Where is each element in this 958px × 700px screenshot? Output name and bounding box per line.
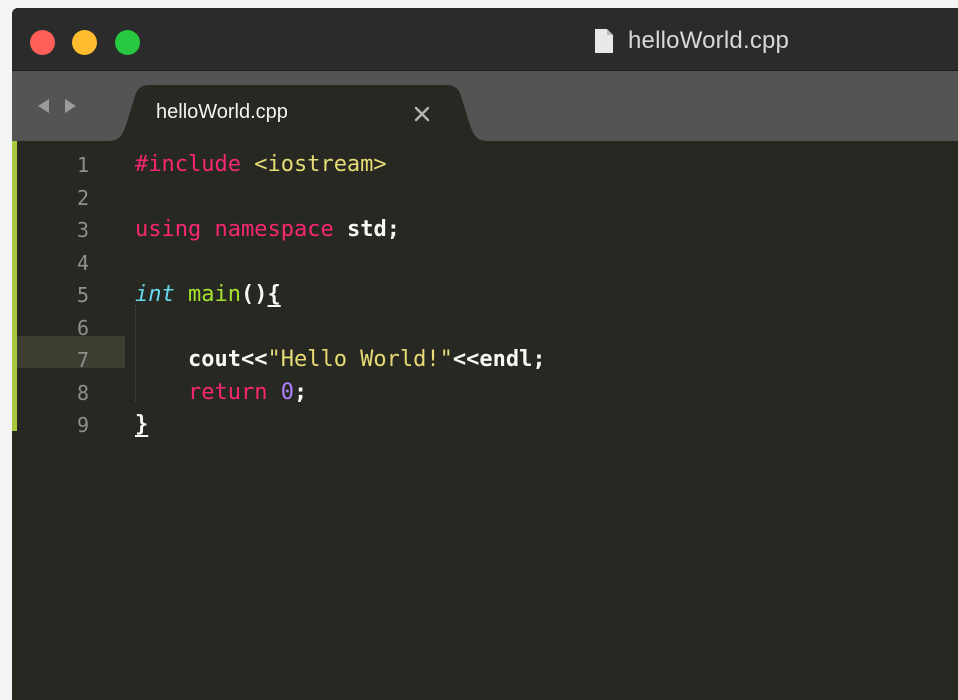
close-window-button[interactable]: [30, 30, 55, 55]
window-title-group: helloWorld.cpp: [594, 26, 789, 56]
tab-bar: helloWorld.cpp: [12, 71, 958, 141]
line-number: 3: [76, 218, 89, 242]
code-token: 0: [280, 379, 294, 405]
file-icon: [594, 28, 614, 54]
code-token: cout<<: [187, 347, 268, 372]
tab-helloworld-cpp[interactable]: helloWorld.cpp: [108, 85, 488, 141]
tab-label: helloWorld.cpp: [156, 101, 288, 123]
line-number: 2: [76, 185, 89, 210]
code-line[interactable]: using namespace std;: [135, 214, 400, 246]
code-token: std;: [346, 217, 400, 242]
editor-window: helloWorld.cpp helloWorld.cpp 1 2 3 4 5 …: [12, 8, 958, 700]
code-token: <<endl;: [452, 347, 546, 372]
line-number: 6: [76, 315, 89, 340]
code-token: ;: [293, 379, 308, 405]
line-number: 4: [76, 250, 89, 275]
title-bar: helloWorld.cpp: [12, 8, 958, 71]
line-number: 8: [76, 380, 89, 405]
code-line[interactable]: int main(){: [135, 279, 281, 311]
code-token: (): [240, 282, 268, 307]
maximize-window-button[interactable]: [115, 30, 140, 55]
code-line[interactable]: cout<<"Hello World!"<<endl;: [135, 344, 546, 376]
code-token: #include: [135, 152, 241, 177]
code-line[interactable]: #include <iostream>: [135, 149, 387, 181]
line-number: 5: [76, 283, 89, 307]
code-line[interactable]: return 0;: [135, 377, 307, 409]
screenshot-frame-left: [0, 0, 12, 700]
screenshot-frame-top: [0, 0, 958, 8]
tab-navigation: [34, 96, 86, 116]
code-token: using: [135, 217, 202, 242]
minimize-window-button[interactable]: [72, 30, 97, 55]
triangle-left-icon[interactable]: [34, 96, 54, 116]
code-token: "Hello World!": [267, 347, 453, 372]
code-token: main: [188, 282, 241, 307]
line-number: 9: [76, 413, 89, 437]
window-title: helloWorld.cpp: [628, 27, 790, 54]
code-token: namespace: [214, 217, 334, 242]
triangle-right-icon[interactable]: [60, 96, 80, 116]
code-editor[interactable]: 1 2 3 4 5 6 7 8 9 #include <iostream> using names…: [12, 141, 958, 700]
close-icon[interactable]: [411, 103, 433, 125]
line-number: 1: [76, 153, 89, 177]
code-token: <iostream>: [254, 152, 387, 177]
code-token: {: [267, 282, 281, 307]
code-token: }: [135, 412, 149, 437]
code-line[interactable]: }: [135, 409, 148, 441]
code-token: return: [187, 379, 268, 405]
code-token: int: [135, 282, 175, 307]
line-number: 7: [76, 348, 89, 372]
